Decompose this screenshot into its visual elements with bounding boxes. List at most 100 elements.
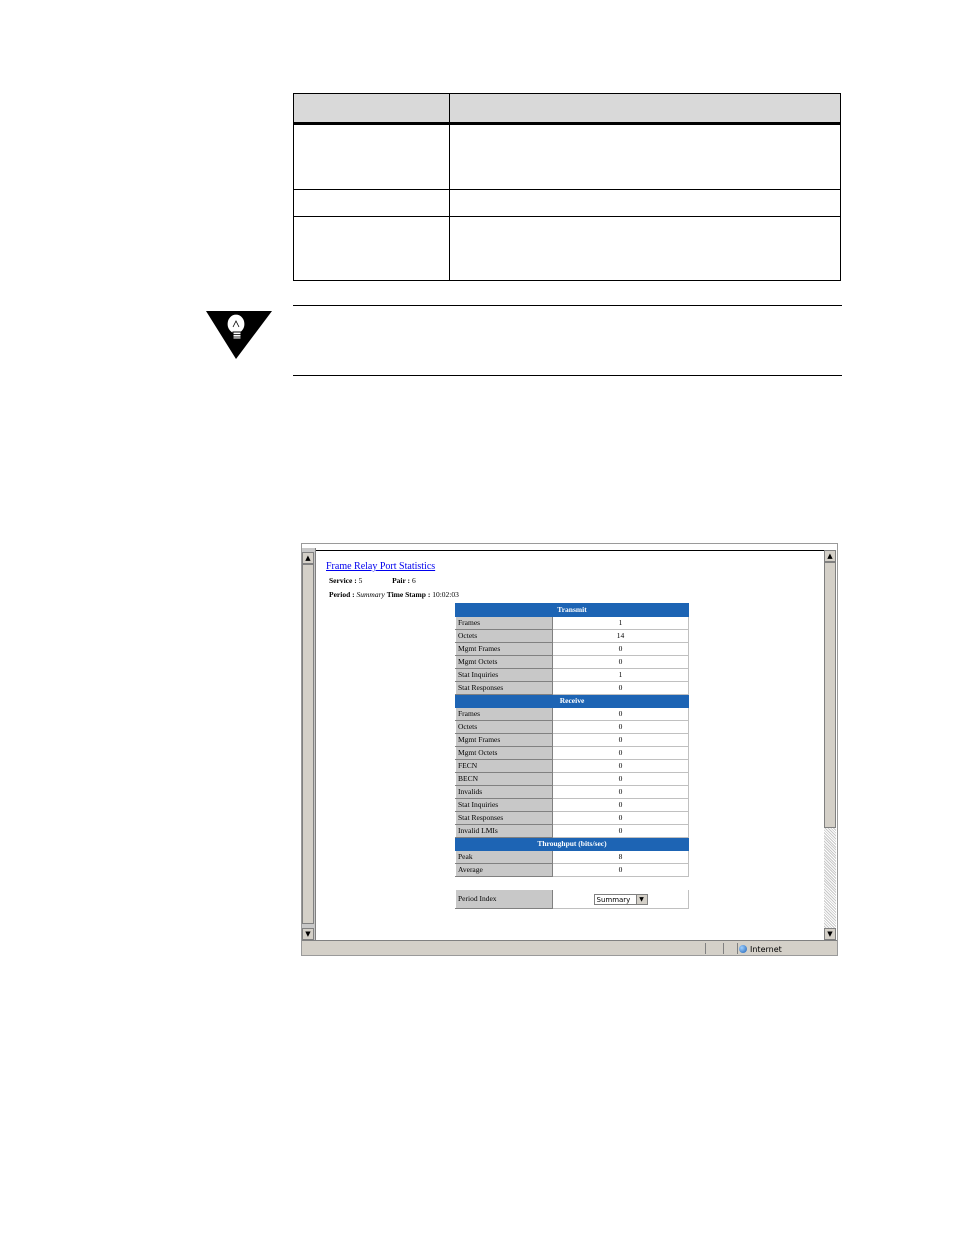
chevron-down-icon: ▼ — [305, 930, 311, 938]
table-row: Stat Responses 0 — [455, 681, 689, 695]
chevron-up-icon: ▲ — [305, 554, 311, 562]
timestamp-value: 10:02:03 — [432, 590, 459, 599]
lightbulb-note-icon — [206, 309, 274, 366]
status-cell — [705, 943, 724, 954]
table-row: Frames 1 — [455, 616, 689, 630]
row-label: FECN — [455, 759, 553, 773]
page-title-link[interactable]: Frame Relay Port Statistics — [326, 561, 435, 572]
statistics-table: Transmit Frames 1 Octets 14 Mgmt Frames 0 M… — [455, 603, 689, 909]
pair-label: Pair : — [392, 576, 411, 585]
row-value: 1 — [552, 668, 689, 682]
note-top-rule — [293, 305, 842, 306]
service-value: 5 — [358, 576, 363, 585]
table-row: Stat Inquiries 1 — [455, 668, 689, 682]
browser-status-bar: Internet — [302, 940, 837, 955]
period-timestamp-line: Period : Summary Time Stamp : 10:02:03 — [329, 590, 459, 599]
chevron-up-icon: ▲ — [827, 552, 833, 560]
browser-screenshot: ▲ ▼ ▲ ▼ Frame Relay Port Statistics Serv… — [301, 543, 838, 956]
row-value: 0 — [552, 772, 689, 786]
window-top-edge — [316, 544, 826, 551]
reference-table-row-divider — [294, 189, 840, 190]
status-zone: Internet — [739, 944, 782, 955]
row-label: Invalid LMIs — [455, 824, 553, 838]
row-value: 0 — [552, 863, 689, 877]
table-row: FECN 0 — [455, 759, 689, 773]
service-label: Service : — [329, 576, 357, 585]
right-scroll-down-button[interactable]: ▼ — [824, 928, 836, 940]
row-value: 14 — [552, 629, 689, 643]
chevron-down-icon[interactable]: ▼ — [635, 894, 647, 904]
row-label: Frames — [455, 616, 553, 630]
row-value: 0 — [552, 707, 689, 721]
status-zone-label: Internet — [750, 945, 782, 954]
pair-value: 6 — [411, 576, 416, 585]
period-index-select[interactable]: Summary ▼ — [593, 893, 648, 905]
throughput-header: Throughput (bits/sec) — [455, 837, 689, 851]
right-scroll-up-button[interactable]: ▲ — [824, 550, 836, 562]
row-label: Peak — [455, 850, 553, 864]
period-index-selected: Summary — [596, 895, 631, 904]
globe-icon — [739, 945, 747, 953]
row-label: Stat Responses — [455, 811, 553, 825]
period-label: Period : — [329, 590, 355, 599]
row-label: Octets — [455, 629, 553, 643]
table-spacer-row — [455, 876, 689, 890]
table-row: Mgmt Frames 0 — [455, 733, 689, 747]
transmit-header: Transmit — [455, 603, 689, 617]
right-scroll-track[interactable] — [824, 828, 836, 928]
row-value: 0 — [552, 720, 689, 734]
table-row: Frames 0 — [455, 707, 689, 721]
table-row: Mgmt Octets 0 — [455, 746, 689, 760]
table-row: Invalid LMIs 0 — [455, 824, 689, 838]
receive-header: Receive — [455, 694, 689, 708]
table-row: Stat Responses 0 — [455, 811, 689, 825]
row-value: 8 — [552, 850, 689, 864]
row-value: 0 — [552, 759, 689, 773]
row-label: Mgmt Octets — [455, 655, 553, 669]
row-label: Mgmt Octets — [455, 746, 553, 760]
chevron-down-icon: ▼ — [827, 930, 833, 938]
timestamp-label: Time Stamp : — [386, 590, 431, 599]
period-value: Summary — [356, 590, 385, 599]
row-label: Mgmt Frames — [455, 642, 553, 656]
row-label: Average — [455, 863, 553, 877]
reference-table-row-divider — [294, 216, 840, 217]
table-row: Average 0 — [455, 863, 689, 877]
reference-table-header — [294, 94, 840, 125]
row-value: 0 — [552, 681, 689, 695]
right-scrollbar[interactable]: ▲ ▼ — [824, 550, 836, 940]
table-row: Invalids 0 — [455, 785, 689, 799]
row-label: Invalids — [455, 785, 553, 799]
row-label: Frames — [455, 707, 553, 721]
row-label: Stat Inquiries — [455, 798, 553, 812]
left-scroll-down-button[interactable]: ▼ — [302, 928, 314, 940]
left-frame-scrollbar[interactable]: ▲ ▼ — [302, 548, 316, 940]
period-index-label: Period Index — [455, 889, 553, 909]
row-label: Stat Responses — [455, 681, 553, 695]
left-scroll-thumb[interactable] — [302, 564, 314, 924]
row-value: 0 — [552, 733, 689, 747]
period-index-cell: Summary ▼ — [552, 889, 689, 909]
row-value: 0 — [552, 642, 689, 656]
row-value: 0 — [552, 798, 689, 812]
right-scroll-thumb[interactable] — [824, 562, 836, 828]
table-row: Peak 8 — [455, 850, 689, 864]
table-row: BECN 0 — [455, 772, 689, 786]
status-cell — [723, 943, 738, 954]
table-row: Stat Inquiries 0 — [455, 798, 689, 812]
row-label: BECN — [455, 772, 553, 786]
row-value: 1 — [552, 616, 689, 630]
row-value: 0 — [552, 746, 689, 760]
row-value: 0 — [552, 785, 689, 799]
row-label: Stat Inquiries — [455, 668, 553, 682]
left-scroll-up-button[interactable]: ▲ — [302, 552, 314, 564]
table-row: Octets 0 — [455, 720, 689, 734]
table-row: Mgmt Octets 0 — [455, 655, 689, 669]
page-content: Frame Relay Port Statistics Service : 5 … — [324, 558, 824, 938]
row-value: 0 — [552, 811, 689, 825]
table-row: Mgmt Frames 0 — [455, 642, 689, 656]
reference-table — [293, 93, 841, 281]
row-value: 0 — [552, 655, 689, 669]
row-label: Mgmt Frames — [455, 733, 553, 747]
row-label: Octets — [455, 720, 553, 734]
